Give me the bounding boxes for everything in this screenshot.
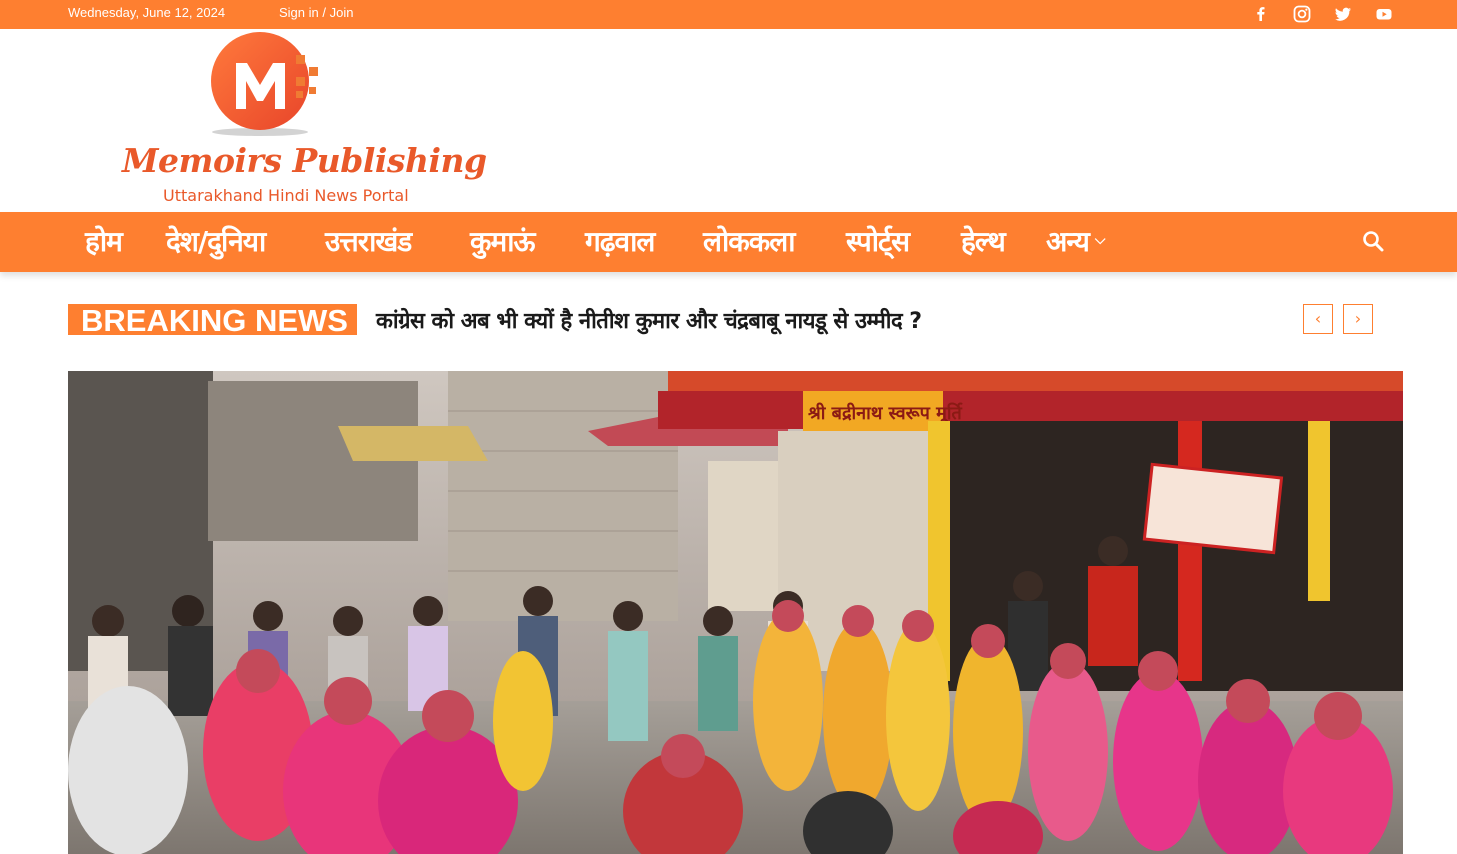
nav-item-sports[interactable]: स्पोर्ट्स [846,222,910,260]
nav-item-kumaon[interactable]: कुमाऊं [470,222,535,260]
breaking-news-headline[interactable]: कांग्रेस को अब भी क्यों है नीतीश कुमार औ… [376,305,922,335]
ticker-next-button[interactable]: › [1343,304,1373,334]
nav-item-world[interactable]: देश/दुनिया [166,222,266,260]
search-icon[interactable] [1361,229,1385,253]
breaking-news-badge: BREAKING NEWS [68,303,357,338]
sign-in-link[interactable]: Sign in / Join [279,5,353,20]
brand-name: Memoirs Publishing [122,141,487,180]
youtube-icon[interactable] [1374,4,1394,24]
nav-item-garhwal[interactable]: गढ़वाल [585,222,655,260]
nav-item-health[interactable]: हेल्थ [961,222,1006,260]
chevron-down-icon: ⌵ [1094,232,1106,248]
twitter-icon[interactable] [1333,4,1353,24]
main-navigation: होम देश/दुनिया उत्तराखंड कुमाऊं गढ़वाल ल… [0,212,1457,272]
nav-item-more[interactable]: अन्य ⌵ [1046,222,1105,260]
site-logo[interactable] [115,29,445,209]
site-header: Memoirs Publishing Uttarakhand Hindi New… [0,29,1457,212]
ticker-prev-button[interactable]: ‹ [1303,304,1333,334]
logo-mark-icon [211,32,318,136]
instagram-icon[interactable] [1292,4,1312,24]
nav-item-uttarakhand[interactable]: उत्तराखंड [325,222,412,260]
featured-article-image[interactable]: श्री बद्रीनाथ स्वरूप मूर्ति [68,371,1403,854]
breaking-news-label: BREAKING NEWS [81,303,348,338]
nav-item-folk-art[interactable]: लोककला [703,222,795,260]
nav-item-more-label: अन्य [1046,225,1090,258]
nav-item-home[interactable]: होम [85,222,123,260]
top-bar: Wednesday, June 12, 2024 Sign in / Join [0,0,1457,29]
current-date: Wednesday, June 12, 2024 [68,5,226,20]
brand-tagline: Uttarakhand Hindi News Portal [163,186,409,205]
facebook-icon[interactable] [1251,4,1271,24]
